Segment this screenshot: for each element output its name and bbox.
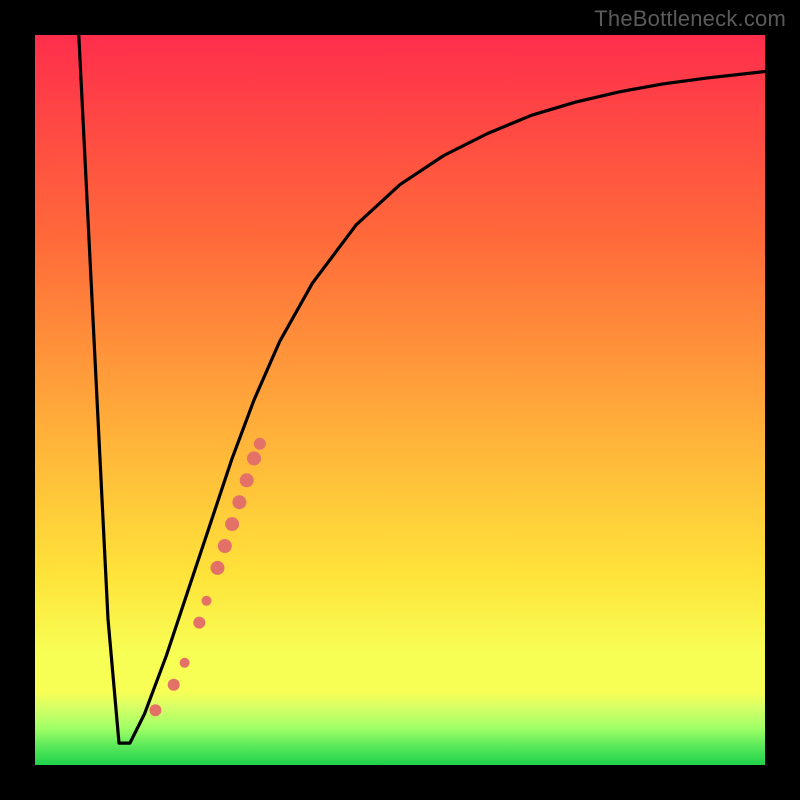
curve-marker: [168, 679, 180, 691]
curve-marker: [180, 658, 190, 668]
watermark-text: TheBottleneck.com: [594, 6, 786, 32]
curve-marker: [247, 451, 261, 465]
curve-marker: [225, 517, 239, 531]
curve-marker: [232, 495, 246, 509]
chart-svg: [0, 0, 800, 800]
curve-marker: [211, 561, 225, 575]
curve-marker: [254, 438, 266, 450]
curve-marker: [193, 617, 205, 629]
curve-marker: [149, 704, 161, 716]
curve-marker: [218, 539, 232, 553]
chart-container: TheBottleneck.com: [0, 0, 800, 800]
curve-marker: [240, 473, 254, 487]
curve-marker: [202, 596, 212, 606]
chart-plot-area: [35, 35, 765, 765]
